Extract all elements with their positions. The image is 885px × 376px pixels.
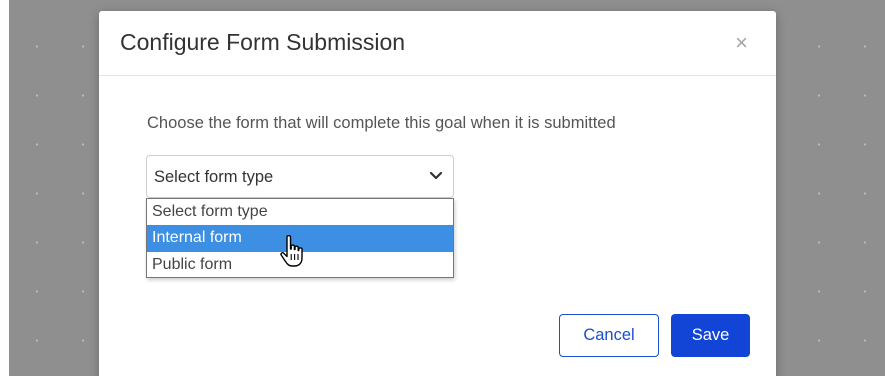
cancel-button[interactable]: Cancel (559, 314, 659, 357)
form-prompt-text: Choose the form that will complete this … (147, 114, 616, 132)
form-type-select[interactable]: Select form type (146, 155, 454, 198)
modal-header: Configure Form Submission × (99, 11, 776, 76)
backdrop-edge (0, 0, 9, 376)
close-icon[interactable]: × (735, 32, 748, 54)
modal-title: Configure Form Submission (120, 29, 406, 55)
save-button[interactable]: Save (671, 314, 750, 357)
option-select-form-type[interactable]: Select form type (147, 199, 453, 225)
form-type-select-value: Select form type (154, 168, 274, 186)
configure-form-submission-dialog: Configure Form Submission × Choose the f… (99, 11, 776, 376)
hand-pointer-icon (280, 235, 303, 267)
chevron-down-icon (429, 171, 443, 180)
